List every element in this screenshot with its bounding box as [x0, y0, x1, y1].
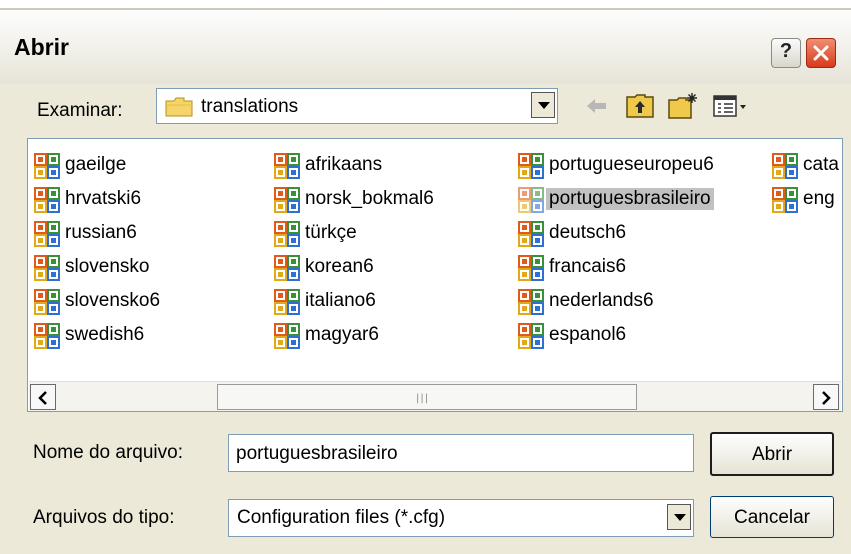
horizontal-scrollbar[interactable]: ||| — [29, 381, 841, 411]
file-item-label: francais6 — [549, 256, 627, 277]
look-in-dropdown-button[interactable] — [531, 92, 555, 118]
file-item-label: eng — [803, 188, 835, 209]
filename-value: portuguesbrasileiro — [236, 443, 398, 464]
look-in-label: Examinar: — [37, 100, 123, 121]
up-folder-icon[interactable] — [625, 92, 655, 120]
look-in-dropdown[interactable]: translations — [156, 88, 558, 124]
config-file-icon — [34, 187, 60, 217]
filename-label: Nome do arquivo: — [33, 442, 183, 463]
title-bar[interactable]: Abrir ? — [0, 8, 851, 84]
grip-icon: ||| — [416, 393, 430, 404]
file-item-label: portuguesbrasileiro — [546, 188, 714, 210]
chevron-down-icon — [538, 102, 550, 109]
config-file-icon — [772, 153, 798, 183]
view-menu-icon[interactable] — [712, 92, 748, 120]
config-file-icon — [274, 255, 300, 285]
file-item-label: magyar6 — [305, 324, 379, 345]
file-item-label: hrvatski6 — [65, 188, 142, 209]
file-item-label: norsk_bokmal6 — [305, 188, 434, 209]
config-file-icon — [518, 221, 544, 251]
config-file-icon — [518, 323, 544, 353]
open-button-label: Abrir — [751, 444, 793, 465]
chevron-right-icon — [822, 391, 831, 405]
config-file-icon — [274, 323, 300, 353]
filetype-dropdown[interactable]: Configuration files (*.cfg) — [228, 499, 694, 537]
file-item-label: slovensko6 — [65, 290, 161, 311]
back-arrow-icon[interactable] — [582, 92, 610, 120]
close-icon — [813, 45, 829, 61]
file-item-label: swedish6 — [65, 324, 145, 345]
help-icon: ? — [779, 40, 793, 62]
file-item-label: espanol6 — [549, 324, 627, 345]
file-item-label: afrikaans — [305, 154, 383, 175]
config-file-icon — [274, 153, 300, 183]
file-list[interactable]: gaeilge hrvatski6 russian6 slovensko slovens… — [27, 138, 843, 412]
file-item-label: italiano6 — [305, 290, 376, 311]
cancel-button-label: Cancelar — [733, 507, 811, 528]
scroll-left-button[interactable] — [30, 384, 56, 410]
top-edge — [0, 0, 851, 8]
config-file-icon — [274, 221, 300, 251]
filetype-value: Configuration files (*.cfg) — [237, 507, 446, 528]
file-item-label: portugueseuropeu6 — [549, 154, 714, 175]
file-item-label: korean6 — [305, 256, 374, 277]
config-file-icon — [274, 187, 300, 217]
close-button[interactable] — [806, 38, 836, 68]
config-file-icon — [34, 153, 60, 183]
config-file-icon — [772, 187, 798, 217]
folder-icon — [165, 97, 193, 117]
config-file-icon — [518, 255, 544, 285]
file-item-label: cata — [803, 154, 839, 175]
scroll-thumb[interactable]: ||| — [217, 384, 637, 410]
config-file-icon — [34, 255, 60, 285]
file-item-label: türkçe — [305, 222, 357, 243]
filetype-dropdown-button[interactable] — [667, 504, 691, 530]
config-file-icon — [34, 221, 60, 251]
file-item-label: russian6 — [65, 222, 137, 243]
help-button[interactable]: ? — [771, 38, 801, 68]
scroll-right-button[interactable] — [813, 384, 839, 410]
config-file-icon — [518, 289, 544, 319]
open-button[interactable]: Abrir — [710, 432, 834, 476]
file-item-label: gaeilge — [65, 154, 127, 175]
file-item-label: nederlands6 — [549, 290, 654, 311]
open-dialog: Abrir ? Examinar: translations gaeilge hr… — [0, 0, 851, 554]
config-file-icon — [34, 323, 60, 353]
filetype-label: Arquivos do tipo: — [33, 507, 175, 528]
file-item-label: slovensko — [65, 256, 150, 277]
cancel-button[interactable]: Cancelar — [710, 496, 834, 538]
chevron-down-icon — [674, 514, 686, 521]
dialog-title: Abrir — [14, 34, 69, 60]
new-folder-icon[interactable] — [667, 92, 699, 120]
filename-input[interactable]: portuguesbrasileiro — [228, 434, 694, 472]
config-file-icon — [518, 187, 544, 217]
config-file-icon — [34, 289, 60, 319]
file-item-label: deutsch6 — [549, 222, 627, 243]
config-file-icon — [518, 153, 544, 183]
config-file-icon — [274, 289, 300, 319]
look-in-value: translations — [201, 96, 299, 117]
chevron-left-icon — [38, 391, 47, 405]
